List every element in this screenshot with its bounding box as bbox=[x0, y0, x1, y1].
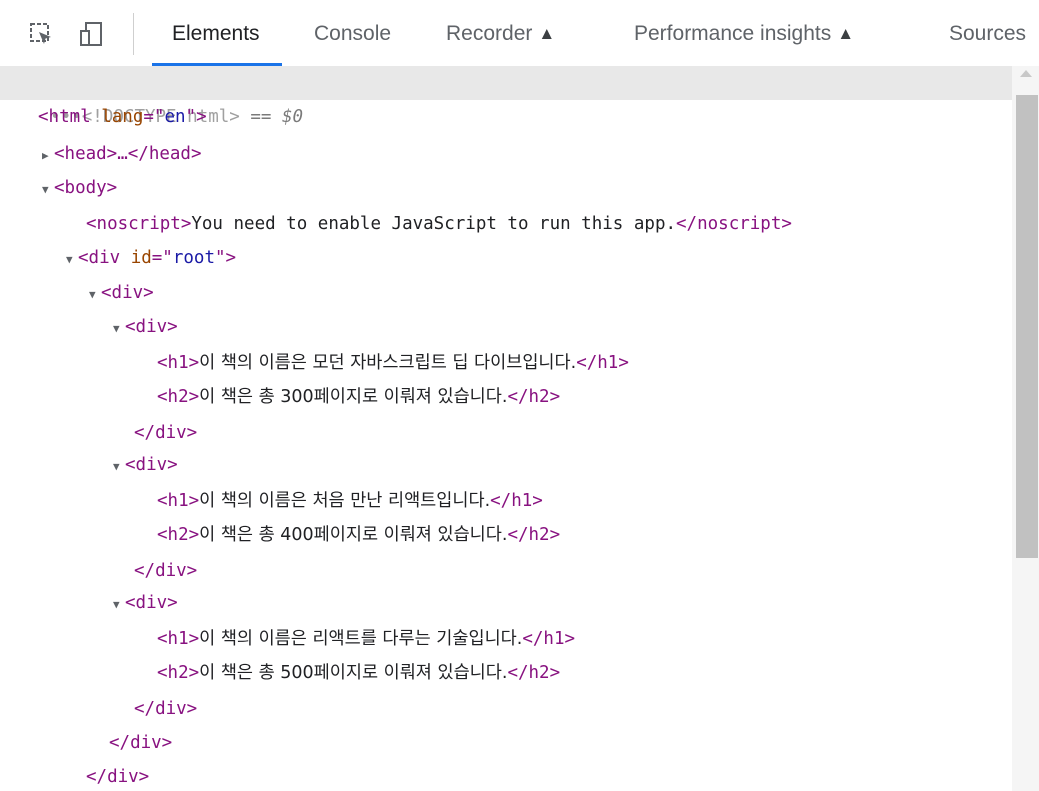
experimental-flask-icon: ▲ bbox=[538, 24, 556, 43]
attr-name: id bbox=[130, 248, 152, 268]
tab-label: Recorder bbox=[446, 22, 533, 45]
noscript-node[interactable]: <noscript>You need to enable JavaScript … bbox=[0, 207, 1012, 241]
text-node: 이 책은 총 500페이지로 이뤄져 있습니다. bbox=[199, 663, 508, 683]
div-close-node[interactable]: </div> bbox=[0, 554, 1012, 588]
tag: <html bbox=[38, 107, 102, 127]
div-node[interactable]: ▼ <div> bbox=[0, 586, 1012, 620]
tag: <h2> bbox=[157, 387, 200, 407]
tab-label: Console bbox=[314, 22, 392, 45]
div-close-node[interactable]: </div> bbox=[0, 692, 1012, 726]
select-element-icon[interactable] bbox=[27, 20, 55, 48]
h1-node[interactable]: <h1>이 책의 이름은 모던 자바스크립트 딥 다이브입니다.</h1> bbox=[0, 346, 1012, 380]
attr-value: root bbox=[172, 248, 215, 268]
tab-performance-insights[interactable]: Performance insights ▲ bbox=[634, 0, 854, 66]
tab-recorder[interactable]: Recorder ▲ bbox=[446, 0, 555, 66]
tag: </div> bbox=[109, 733, 173, 753]
experimental-flask-icon: ▲ bbox=[837, 24, 855, 43]
tag: <div> bbox=[125, 317, 178, 337]
tag: </div> bbox=[134, 423, 198, 443]
tag: <noscript> bbox=[86, 214, 192, 234]
tag: <div> bbox=[101, 283, 154, 303]
root-div-close-node[interactable]: </div> bbox=[0, 760, 1012, 791]
toolbar-divider bbox=[133, 13, 134, 55]
tag: <body> bbox=[54, 178, 118, 198]
h2-node[interactable]: <h2>이 책은 총 500페이지로 이뤄져 있습니다.</h2> bbox=[0, 656, 1012, 690]
elements-dom-tree: •••<!DOCTYPE html> == $0 <html lang="en"… bbox=[0, 66, 1012, 791]
collapse-triangle-icon[interactable]: ▼ bbox=[113, 450, 125, 484]
doctype-node[interactable]: •••<!DOCTYPE html> == $0 bbox=[0, 66, 1012, 127]
device-toolbar-icon[interactable] bbox=[78, 20, 106, 48]
div-close-node[interactable]: </div> bbox=[0, 726, 1012, 760]
text-node: 이 책의 이름은 처음 만난 리액트입니다. bbox=[199, 491, 491, 511]
text-node: 이 책의 이름은 모던 자바스크립트 딥 다이브입니다. bbox=[199, 353, 577, 373]
collapse-triangle-icon[interactable]: ▼ bbox=[113, 312, 125, 346]
tag: <h2> bbox=[157, 525, 200, 545]
attr-name: lang bbox=[101, 107, 144, 127]
body-node[interactable]: ▼ <body> bbox=[0, 171, 1012, 205]
tab-elements[interactable]: Elements bbox=[152, 0, 281, 66]
tag: "> bbox=[185, 107, 207, 127]
tab-label: Sources bbox=[949, 22, 1027, 45]
h1-node[interactable]: <h1>이 책의 이름은 리액트를 다루는 기술입니다.</h1> bbox=[0, 622, 1012, 656]
div-node[interactable]: ▼ <div> bbox=[0, 310, 1012, 344]
tag: <head>…</head> bbox=[54, 144, 202, 164]
h1-node[interactable]: <h1>이 책의 이름은 처음 만난 리액트입니다.</h1> bbox=[0, 484, 1012, 518]
collapse-triangle-icon[interactable]: ▼ bbox=[42, 173, 54, 207]
tag: </h1> bbox=[522, 629, 576, 649]
html-node[interactable]: <html lang="en"> bbox=[0, 100, 1012, 134]
tag: =" bbox=[151, 248, 173, 268]
collapse-triangle-icon[interactable]: ▼ bbox=[89, 278, 101, 312]
tag: =" bbox=[143, 107, 165, 127]
tab-console[interactable]: Console bbox=[314, 0, 391, 66]
h2-node[interactable]: <h2>이 책은 총 400페이지로 이뤄져 있습니다.</h2> bbox=[0, 518, 1012, 552]
tag: </h1> bbox=[576, 353, 629, 373]
tag: </noscript> bbox=[676, 214, 792, 234]
expand-triangle-icon[interactable]: ▶ bbox=[42, 139, 54, 173]
collapse-triangle-icon[interactable]: ▼ bbox=[66, 243, 78, 277]
tag: "> bbox=[215, 248, 237, 268]
text-node: 이 책은 총 400페이지로 이뤄져 있습니다. bbox=[199, 525, 508, 545]
div-node[interactable]: ▼ <div> bbox=[0, 448, 1012, 482]
tag: </div> bbox=[86, 767, 150, 787]
text-node: You need to enable JavaScript to run thi… bbox=[191, 214, 677, 234]
collapse-triangle-icon[interactable]: ▼ bbox=[113, 588, 125, 622]
tag: <div> bbox=[125, 455, 178, 475]
div-close-node[interactable]: </div> bbox=[0, 416, 1012, 450]
h2-node[interactable]: <h2>이 책은 총 300페이지로 이뤄져 있습니다.</h2> bbox=[0, 380, 1012, 414]
attr-value: en bbox=[164, 107, 186, 127]
tag: <h2> bbox=[157, 663, 200, 683]
tag: <h1> bbox=[157, 629, 200, 649]
tag: </h2> bbox=[507, 663, 561, 683]
tab-label: Performance insights bbox=[634, 22, 832, 45]
tag: </h1> bbox=[490, 491, 543, 511]
tag: <div bbox=[78, 248, 131, 268]
root-div-node[interactable]: ▼ <div id="root"> bbox=[0, 241, 1012, 275]
tab-label: Elements bbox=[172, 22, 260, 45]
devtools-toolbar: Elements Console Recorder ▲ Performance i… bbox=[0, 0, 1039, 66]
scroll-up-arrow-icon[interactable] bbox=[1020, 70, 1032, 77]
tag: </div> bbox=[134, 699, 198, 719]
head-node[interactable]: ▶ <head>…</head> bbox=[0, 137, 1012, 171]
scrollbar-thumb[interactable] bbox=[1016, 95, 1038, 558]
text-node: 이 책의 이름은 리액트를 다루는 기술입니다. bbox=[199, 629, 523, 649]
text-node: 이 책은 총 300페이지로 이뤄져 있습니다. bbox=[199, 387, 508, 407]
tag: <h1> bbox=[157, 353, 200, 373]
tag: </h2> bbox=[507, 387, 561, 407]
tag: </h2> bbox=[507, 525, 561, 545]
tag: <h1> bbox=[157, 491, 200, 511]
tag: </div> bbox=[134, 561, 198, 581]
div-node[interactable]: ▼ <div> bbox=[0, 276, 1012, 310]
tab-sources[interactable]: Sources bbox=[949, 0, 1026, 66]
tag: <div> bbox=[125, 593, 178, 613]
